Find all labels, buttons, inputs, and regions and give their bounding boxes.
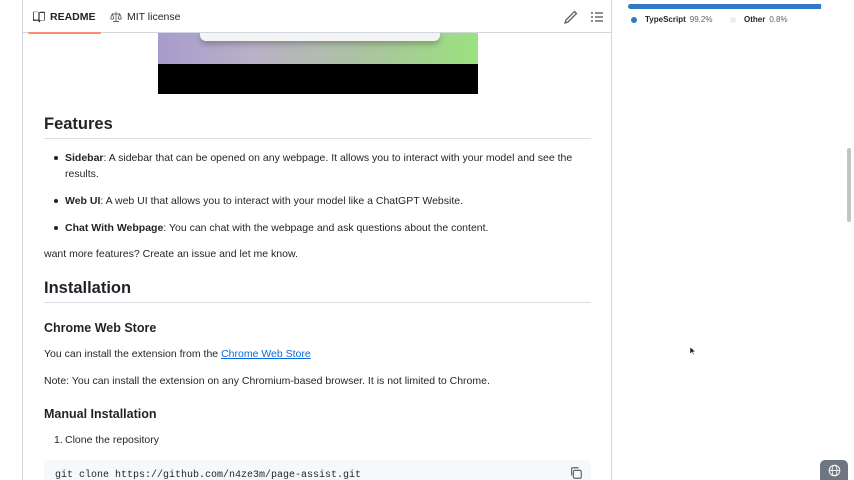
features-footer: want more features? Create an issue and … bbox=[44, 248, 298, 260]
language-dot bbox=[730, 16, 736, 23]
preview-black-band bbox=[158, 64, 478, 94]
tab-license-label: MIT license bbox=[127, 10, 181, 23]
language-bar bbox=[628, 4, 823, 9]
list-icon[interactable] bbox=[589, 9, 605, 25]
chrome-store-text: You can install the extension from the C… bbox=[44, 348, 311, 360]
readme-tabbar: README MIT license bbox=[23, 0, 611, 34]
step-number: 1. bbox=[54, 434, 63, 446]
tab-readme[interactable]: README bbox=[28, 0, 101, 34]
installation-divider bbox=[44, 302, 591, 303]
book-icon bbox=[33, 11, 45, 22]
clone-command: git clone https://github.com/n4ze3m/page… bbox=[55, 470, 362, 480]
language-bar-typescript bbox=[628, 4, 822, 9]
repo-sidebar: TypeScript 99.2% Other 0.8% bbox=[613, 0, 854, 480]
language-bar-other bbox=[821, 4, 823, 9]
bullet bbox=[54, 199, 58, 203]
features-heading: Features bbox=[44, 115, 113, 133]
chromium-note: Note: You can install the extension on a… bbox=[44, 375, 490, 387]
page-scrollbar[interactable] bbox=[847, 148, 851, 222]
bullet bbox=[54, 156, 58, 160]
left-gutter bbox=[0, 0, 22, 480]
preview-card bbox=[200, 33, 440, 41]
mouse-cursor-icon bbox=[690, 347, 696, 355]
chrome-store-link[interactable]: Chrome Web Store bbox=[221, 348, 311, 360]
language-dot bbox=[631, 16, 637, 23]
step-clone: Clone the repository bbox=[65, 434, 159, 446]
chrome-store-heading: Chrome Web Store bbox=[44, 321, 157, 335]
copy-icon[interactable] bbox=[569, 466, 583, 480]
pencil-icon[interactable] bbox=[563, 9, 579, 25]
globe-icon bbox=[828, 464, 840, 476]
code-block: git clone https://github.com/n4ze3m/page… bbox=[44, 460, 591, 480]
tab-license[interactable]: MIT license bbox=[105, 0, 186, 33]
installation-heading: Installation bbox=[44, 279, 132, 297]
manual-install-heading: Manual Installation bbox=[44, 407, 157, 421]
scale-icon bbox=[110, 11, 122, 22]
bullet bbox=[54, 226, 58, 230]
feature-item-sidebar: Sidebar: A sidebar that can be opened on… bbox=[65, 152, 573, 180]
language-other[interactable]: Other 0.8% bbox=[730, 15, 788, 24]
language-typescript[interactable]: TypeScript 99.2% bbox=[631, 15, 712, 24]
preview-image bbox=[158, 33, 478, 94]
tab-readme-label: README bbox=[50, 10, 96, 23]
floating-assistant-button[interactable] bbox=[820, 460, 848, 480]
readme-container: README MIT license Features Sidebar: A s… bbox=[22, 0, 612, 480]
feature-item-chat: Chat With Webpage: You can chat with the… bbox=[65, 222, 489, 234]
features-divider bbox=[44, 138, 591, 139]
feature-item-webui: Web UI: A web UI that allows you to inte… bbox=[65, 195, 464, 207]
